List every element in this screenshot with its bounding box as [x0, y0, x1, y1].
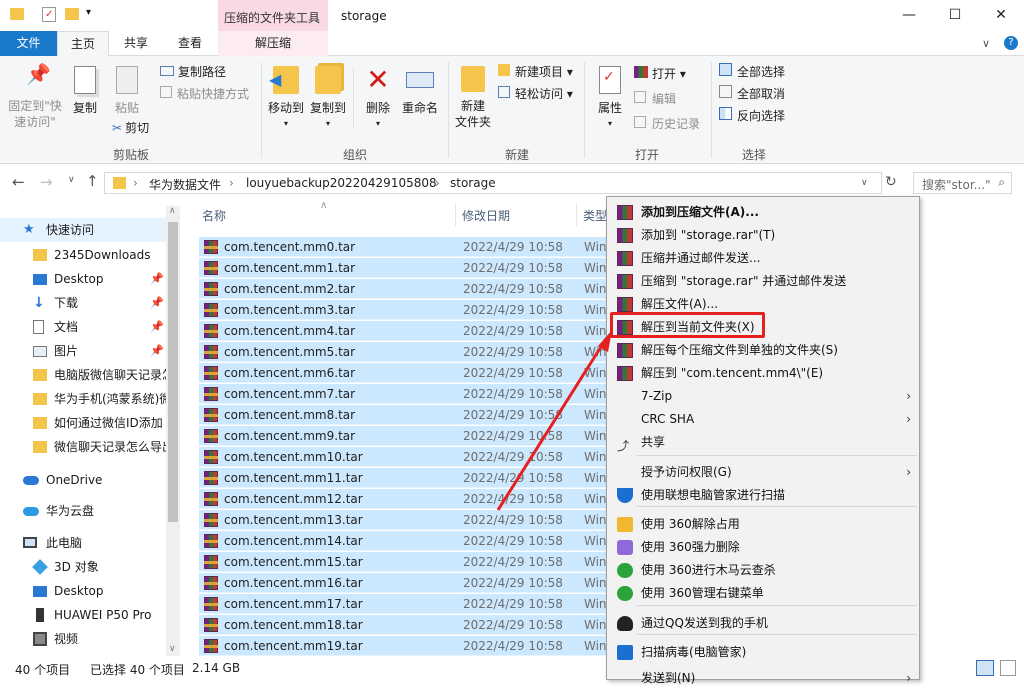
annotation-arrow	[496, 330, 612, 511]
